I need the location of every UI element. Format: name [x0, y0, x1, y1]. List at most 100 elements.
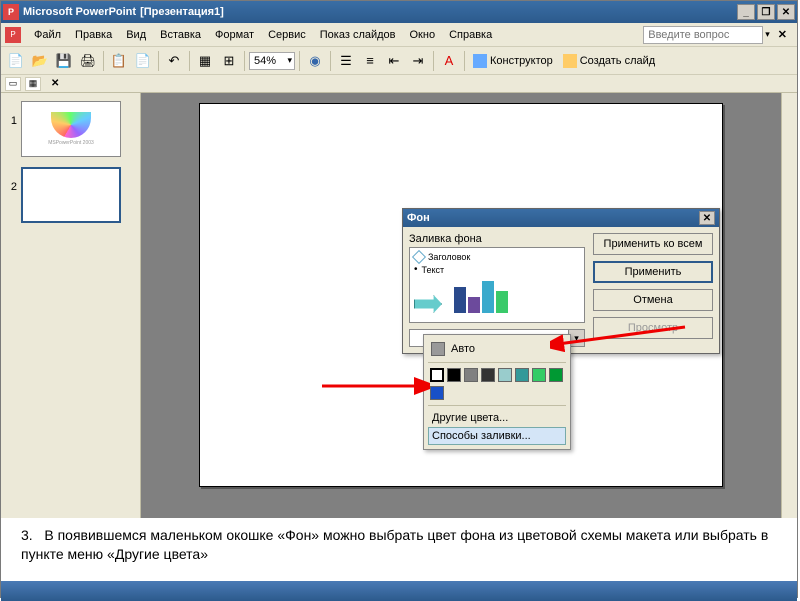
bullets-icon[interactable]: ☰	[335, 50, 357, 72]
designer-button[interactable]: Конструктор	[469, 54, 557, 68]
paste-icon[interactable]: 📄	[132, 50, 154, 72]
help-icon[interactable]: ◉	[304, 50, 326, 72]
zoom-value: 54%	[254, 55, 276, 67]
save-icon[interactable]: 💾	[53, 50, 75, 72]
designer-icon	[473, 54, 487, 68]
outline-tab-icon[interactable]: ▭	[5, 77, 21, 91]
zoom-combo[interactable]: 54%	[249, 52, 295, 70]
menu-bar: P Файл Правка Вид Вставка Формат Сервис …	[1, 23, 797, 47]
thumb1-caption: MSPowerPoint 2003	[48, 140, 94, 146]
more-colors-item[interactable]: Другие цвета...	[428, 409, 566, 427]
bar-icon	[468, 297, 480, 313]
annotation-arrow-1	[550, 322, 690, 382]
panel-close-button[interactable]: ✕	[45, 78, 65, 89]
menu-view[interactable]: Вид	[119, 27, 153, 43]
new-slide-label: Создать слайд	[580, 55, 655, 67]
menu-file[interactable]: Файл	[27, 27, 68, 43]
fill-group-label: Заливка фона	[409, 233, 585, 245]
undo-icon[interactable]: ↶	[163, 50, 185, 72]
dialog-close-button[interactable]: ✕	[699, 211, 715, 225]
close-button[interactable]: ✕	[777, 4, 795, 20]
recent-color-row	[428, 384, 566, 402]
print-icon[interactable]: 🖨	[77, 50, 99, 72]
slide-thumbnail-1[interactable]: MSPowerPoint 2003	[21, 101, 121, 157]
ppt-icon: P	[5, 27, 21, 43]
fill-effects-item[interactable]: Способы заливки...	[428, 427, 566, 445]
fill-preview: Заголовок • Текст	[409, 247, 585, 323]
menu-tools[interactable]: Сервис	[261, 27, 313, 43]
preview-text: Текст	[422, 265, 445, 275]
title-app-name: Microsoft PowerPoint	[23, 6, 136, 18]
slide-thumbnail-2[interactable]	[21, 167, 121, 223]
indent-dec-icon[interactable]: ⇤	[383, 50, 405, 72]
title-bar: P Microsoft PowerPoint [Презентация1] _ …	[1, 1, 797, 23]
caption-number: 3.	[21, 527, 33, 543]
bar-icon	[454, 287, 466, 313]
vertical-scrollbar[interactable]	[781, 93, 797, 518]
cancel-button[interactable]: Отмена	[593, 289, 713, 311]
numbering-icon[interactable]: ≡	[359, 50, 381, 72]
auto-color-item[interactable]: Авто	[428, 339, 566, 359]
new-icon[interactable]: 📄	[5, 50, 27, 72]
slides-tab-icon[interactable]: ▦	[25, 77, 41, 91]
color-swatch[interactable]	[481, 368, 495, 382]
footer-decoration	[1, 581, 797, 601]
menu-help[interactable]: Справка	[442, 27, 499, 43]
apply-all-button[interactable]: Применить ко всем	[593, 233, 713, 255]
current-slide[interactable]: Фон ✕ Заливка фона Заголовок • Текст	[199, 103, 723, 487]
auto-swatch-icon	[431, 342, 445, 356]
help-dropdown-icon[interactable]: ▾	[763, 29, 772, 40]
diamond-icon	[412, 250, 426, 264]
restore-button[interactable]: ❐	[757, 4, 775, 20]
minimize-button[interactable]: _	[737, 4, 755, 20]
instruction-caption: 3. В появившемся маленьком окошке «Фон» …	[1, 518, 797, 581]
indent-inc-icon[interactable]: ⇥	[407, 50, 429, 72]
preview-title-text: Заголовок	[428, 252, 470, 262]
open-icon[interactable]: 📂	[29, 50, 51, 72]
apply-button[interactable]: Применить	[593, 261, 713, 283]
color-swatch[interactable]	[430, 386, 444, 400]
designer-label: Конструктор	[490, 55, 553, 67]
workspace: 1 MSPowerPoint 2003 2 Фон ✕	[1, 93, 797, 518]
menu-slideshow[interactable]: Показ слайдов	[313, 27, 403, 43]
grid-icon[interactable]: ⊞	[218, 50, 240, 72]
copy-icon[interactable]: 📋	[108, 50, 130, 72]
thumb1-graphic	[51, 112, 91, 138]
standard-toolbar: 📄 📂 💾 🖨 📋 📄 ↶ ▦ ⊞ 54% ◉ ☰ ≡ ⇤ ⇥ A Констр…	[1, 47, 797, 75]
help-search-input[interactable]	[643, 26, 763, 44]
bar-icon	[482, 281, 494, 313]
color-picker-popup: Авто	[423, 334, 571, 450]
color-swatch[interactable]	[447, 368, 461, 382]
new-slide-icon	[563, 54, 577, 68]
color-swatch[interactable]	[532, 368, 546, 382]
thumbnail-panel: 1 MSPowerPoint 2003 2	[1, 93, 141, 518]
slide-canvas: Фон ✕ Заливка фона Заголовок • Текст	[141, 93, 781, 518]
doc-close-button[interactable]: ✕	[772, 28, 793, 41]
annotation-arrow-2	[320, 376, 430, 396]
menu-edit[interactable]: Правка	[68, 27, 119, 43]
bar-icon	[496, 291, 508, 313]
color-swatch[interactable]	[430, 368, 444, 382]
app-icon: P	[3, 4, 19, 20]
menu-format[interactable]: Формат	[208, 27, 261, 43]
dialog-title: Фон	[407, 212, 430, 224]
menu-window[interactable]: Окно	[403, 27, 443, 43]
caption-text: В появившемся маленьком окошке «Фон» мож…	[21, 527, 768, 562]
font-color-icon[interactable]: A	[438, 50, 460, 72]
color-swatch[interactable]	[515, 368, 529, 382]
color-swatch[interactable]	[464, 368, 478, 382]
new-slide-button[interactable]: Создать слайд	[559, 54, 659, 68]
scheme-colors-row	[428, 366, 566, 384]
thumb-number: 2	[5, 167, 17, 193]
bullet-icon: •	[414, 264, 418, 275]
app-window: P Microsoft PowerPoint [Презентация1] _ …	[0, 0, 798, 598]
table-icon[interactable]: ▦	[194, 50, 216, 72]
title-doc-name: [Презентация1]	[140, 6, 224, 18]
thumb-number: 1	[5, 101, 17, 127]
dialog-titlebar: Фон ✕	[403, 209, 719, 227]
view-switcher: ▭ ▦ ✕	[1, 75, 797, 93]
color-swatch[interactable]	[498, 368, 512, 382]
auto-label: Авто	[451, 343, 475, 355]
separator	[428, 405, 566, 406]
menu-insert[interactable]: Вставка	[153, 27, 208, 43]
